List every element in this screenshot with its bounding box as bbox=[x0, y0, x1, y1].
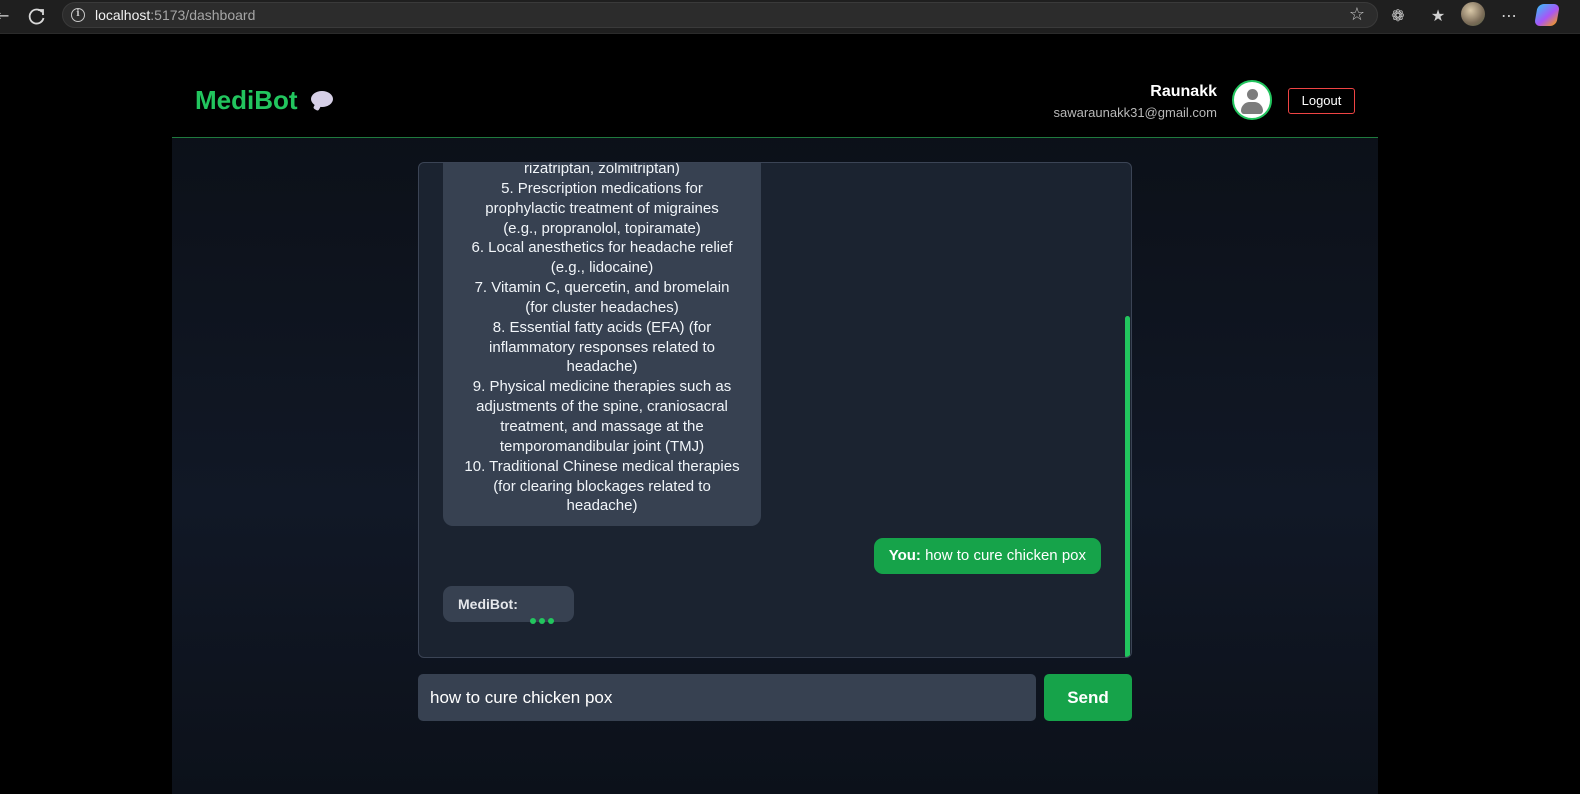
bot-message-line: inflammatory responses related to bbox=[489, 338, 715, 356]
chat-scrollbar[interactable] bbox=[1125, 316, 1130, 657]
typing-dots-icon bbox=[530, 601, 557, 637]
url-host: localhost bbox=[95, 7, 151, 23]
user-email: sawaraunakk31@gmail.com bbox=[1053, 105, 1218, 120]
bot-message-line: 8. Essential fatty acids (EFA) (for bbox=[492, 318, 712, 336]
user-prefix: You: bbox=[888, 547, 921, 564]
bot-message-line: 6. Local anesthetics for headache relief bbox=[471, 239, 733, 257]
url-path: :5173/dashboard bbox=[150, 7, 256, 23]
user-name: Raunakk bbox=[1150, 83, 1217, 100]
bot-message-line: (e.g., lidocaine) bbox=[550, 259, 654, 277]
dashboard: MediBot Raunakk sawaraunakk31@gmail.com … bbox=[172, 66, 1378, 794]
send-button[interactable]: Send bbox=[1044, 674, 1132, 721]
bot-message-line: prophylactic treatment of migraines bbox=[485, 199, 719, 217]
bot-message-line: (e.g., propranolol, topiramate) bbox=[503, 219, 701, 237]
more-options-icon[interactable]: ⋯ bbox=[1497, 4, 1521, 28]
favorite-star-icon[interactable]: ☆ bbox=[1349, 4, 1365, 25]
bot-message-line: headache) bbox=[566, 497, 638, 515]
logout-button[interactable]: Logout bbox=[1288, 88, 1355, 114]
user-avatar-icon[interactable] bbox=[1232, 80, 1272, 120]
chat-window[interactable]: rizatriptan, zolmitriptan) 5. Prescriptio… bbox=[418, 162, 1132, 658]
bot-message: rizatriptan, zolmitriptan) 5. Prescriptio… bbox=[443, 162, 761, 526]
site-info-icon[interactable]: i bbox=[71, 8, 85, 22]
brand-title: MediBot bbox=[195, 85, 298, 115]
speech-bubble-icon bbox=[311, 91, 333, 107]
browser-toolbar: ← i localhost:5173/dashboard ☆ ❁ ★ ⋯ bbox=[0, 0, 1580, 34]
bot-message-line: adjustments of the spine, craniosacral bbox=[476, 398, 728, 416]
message-input[interactable] bbox=[418, 674, 1036, 721]
refresh-icon[interactable] bbox=[26, 5, 48, 27]
bot-message-line: headache) bbox=[566, 358, 638, 376]
bot-message-line: 9. Physical medicine therapies such as bbox=[472, 378, 732, 396]
bot-prefix: MediBot: bbox=[458, 596, 518, 612]
bot-typing-indicator: MediBot: bbox=[443, 586, 574, 624]
favorites-icon[interactable]: ★ bbox=[1426, 4, 1450, 28]
copilot-icon[interactable] bbox=[1534, 4, 1560, 26]
bot-message-line: (for cluster headaches) bbox=[525, 298, 679, 316]
user-message: You: how to cure chicken pox bbox=[873, 538, 1101, 574]
url-text: localhost:5173/dashboard bbox=[95, 7, 255, 23]
back-arrow-icon[interactable]: ← bbox=[0, 6, 16, 26]
bot-message-line: treatment, and massage at the bbox=[500, 417, 704, 435]
extensions-icon[interactable]: ❁ bbox=[1386, 4, 1410, 28]
user-message-text: how to cure chicken pox bbox=[925, 547, 1086, 564]
browser-profile-avatar[interactable] bbox=[1461, 2, 1485, 26]
address-bar[interactable]: i localhost:5173/dashboard ☆ bbox=[62, 2, 1378, 28]
bot-message-line: 7. Vitamin C, quercetin, and bromelain bbox=[474, 279, 730, 297]
bot-message-line: temporomandibular joint (TMJ) bbox=[499, 437, 705, 455]
bot-message-line: (for clearing blockages related to bbox=[493, 477, 711, 495]
app-header: MediBot Raunakk sawaraunakk31@gmail.com … bbox=[172, 66, 1378, 138]
bot-message-line: 10. Traditional Chinese medical therapie… bbox=[464, 457, 740, 475]
bot-message-line: 5. Prescription medications for bbox=[501, 179, 703, 197]
bot-message-line: rizatriptan, zolmitriptan) bbox=[524, 162, 680, 177]
